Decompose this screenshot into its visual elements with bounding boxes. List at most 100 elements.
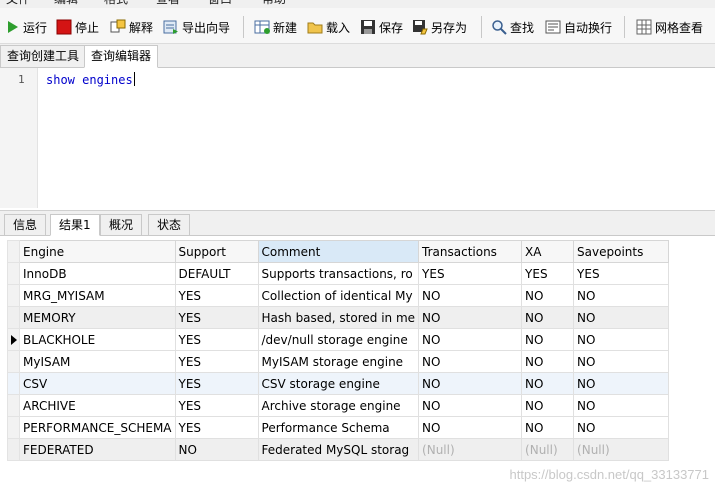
tab-result1[interactable]: 结果1 [50,214,100,236]
row-indicator[interactable] [7,372,20,395]
table-row[interactable]: BLACKHOLE YES /dev/null storage engine N… [7,328,670,351]
table-cell[interactable]: YES [174,372,259,395]
table-cell[interactable]: /dev/null storage engine [257,328,420,351]
explain-button[interactable]: 解释 [110,16,153,38]
table-cell[interactable]: (Null) [418,438,523,461]
table-cell[interactable]: NO [418,328,523,351]
table-cell[interactable]: NO [521,306,575,329]
find-button[interactable]: 查找 [491,16,534,38]
table-cell[interactable]: NO [573,306,670,329]
menu-item-file[interactable]: 文件 [6,0,30,6]
table-cell[interactable]: ARCHIVE [19,394,176,417]
table-cell[interactable]: NO [418,306,523,329]
table-cell[interactable]: YES [174,306,259,329]
table-cell[interactable]: NO [521,416,575,439]
table-cell[interactable]: YES [174,284,259,307]
table-cell[interactable]: InnoDB [19,262,176,285]
table-cell[interactable]: YES [418,262,523,285]
export-wizard-button[interactable]: 导出向导 [163,16,230,38]
column-header[interactable]: Comment [257,240,420,263]
run-button[interactable]: 运行 [4,16,47,38]
table-cell[interactable]: NO [521,328,575,351]
row-indicator[interactable] [7,306,20,329]
table-cell[interactable]: Hash based, stored in me [257,306,420,329]
row-indicator[interactable] [7,284,20,307]
table-cell[interactable]: YES [174,416,259,439]
table-cell[interactable]: NO [573,416,670,439]
table-cell[interactable]: NO [573,372,670,395]
column-header[interactable]: XA [521,240,575,263]
table-cell[interactable]: NO [418,372,523,395]
save-button[interactable]: 保存 [360,16,403,38]
tab-query-editor[interactable]: 查询编辑器 [84,45,159,68]
row-indicator[interactable] [7,262,20,285]
menu-item-window[interactable]: 窗口 [208,0,232,6]
table-cell[interactable]: MyISAM [19,350,176,373]
table-cell[interactable]: NO [418,416,523,439]
table-cell[interactable]: NO [521,372,575,395]
table-cell[interactable]: CSV [19,372,176,395]
column-header[interactable]: Support [174,240,259,263]
word-wrap-button[interactable]: 自动换行 [545,16,612,38]
menu-item-view[interactable]: 查看 [156,0,180,6]
table-row[interactable]: MEMORY YES Hash based, stored in me NO N… [7,306,670,329]
table-row[interactable]: MRG_MYISAM YES Collection of identical M… [7,284,670,307]
table-cell[interactable]: NO [573,328,670,351]
tab-query-builder[interactable]: 查询创建工具 [0,45,87,68]
menu-item-edit[interactable]: 编辑 [54,0,78,6]
table-cell[interactable]: NO [573,350,670,373]
load-button[interactable]: 载入 [307,16,350,38]
row-indicator[interactable] [7,328,20,351]
row-indicator[interactable] [7,350,20,373]
row-indicator[interactable] [7,394,20,417]
table-cell[interactable]: Supports transactions, ro [257,262,420,285]
table-cell[interactable]: YES [174,350,259,373]
table-cell[interactable]: NO [521,350,575,373]
table-cell[interactable]: PERFORMANCE_SCHEMA [19,416,176,439]
table-cell[interactable]: NO [418,350,523,373]
table-cell[interactable]: Federated MySQL storag [257,438,420,461]
table-row[interactable]: CSV YES CSV storage engine NO NO NO [7,372,670,395]
table-cell[interactable]: MEMORY [19,306,176,329]
column-header[interactable]: Savepoints [573,240,670,263]
table-row[interactable]: PERFORMANCE_SCHEMA YES Performance Schem… [7,416,670,439]
table-cell[interactable]: YES [521,262,575,285]
table-cell[interactable]: Archive storage engine [257,394,420,417]
table-cell[interactable]: NO [573,284,670,307]
table-cell[interactable]: DEFAULT [174,262,259,285]
row-indicator[interactable] [7,416,20,439]
table-cell[interactable]: Performance Schema [257,416,420,439]
table-row[interactable]: InnoDB DEFAULT Supports transactions, ro… [7,262,670,285]
table-cell[interactable]: NO [573,394,670,417]
table-cell[interactable]: MRG_MYISAM [19,284,176,307]
row-indicator[interactable] [7,438,20,461]
table-cell[interactable]: NO [174,438,259,461]
tab-overview[interactable]: 概况 [100,214,143,236]
table-cell[interactable]: NO [418,394,523,417]
table-cell[interactable]: (Null) [521,438,575,461]
grid-view-button[interactable]: 网格查看 [636,16,703,38]
table-cell[interactable]: MyISAM storage engine [257,350,420,373]
tab-info[interactable]: 信息 [4,214,47,236]
menu-item-format[interactable]: 格式 [104,0,128,6]
table-row[interactable]: FEDERATED NO Federated MySQL storag (Nul… [7,438,670,461]
menu-item-help[interactable]: 帮助 [262,0,286,6]
table-row[interactable]: ARCHIVE YES Archive storage engine NO NO… [7,394,670,417]
table-cell[interactable]: YES [573,262,670,285]
column-header[interactable]: Engine [19,240,176,263]
column-header[interactable]: Transactions [418,240,523,263]
table-cell[interactable]: NO [521,284,575,307]
table-row[interactable]: MyISAM YES MyISAM storage engine NO NO N… [7,350,670,373]
save-as-button[interactable]: 另存为 [412,16,467,38]
table-cell[interactable]: (Null) [573,438,670,461]
table-cell[interactable]: BLACKHOLE [19,328,176,351]
sql-editor[interactable]: 1 show engines [0,68,715,208]
table-cell[interactable]: FEDERATED [19,438,176,461]
table-cell[interactable]: Collection of identical My [257,284,420,307]
table-cell[interactable]: NO [418,284,523,307]
stop-button[interactable]: 停止 [56,16,99,38]
table-cell[interactable]: YES [174,328,259,351]
tab-status[interactable]: 状态 [148,214,191,236]
table-cell[interactable]: YES [174,394,259,417]
table-cell[interactable]: NO [521,394,575,417]
